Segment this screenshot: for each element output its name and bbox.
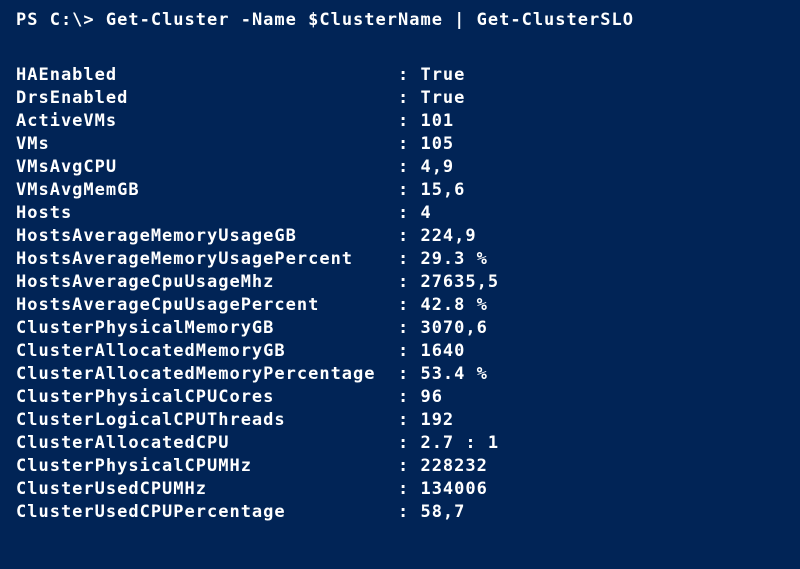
output-row: VMsAvgMemGB : 15,6 <box>16 179 784 202</box>
output-row: Hosts : 4 <box>16 202 784 225</box>
output-row: ClusterAllocatedMemoryPercentage : 53.4 … <box>16 363 784 386</box>
command: Get-Cluster -Name $ClusterName | Get-Clu… <box>106 10 634 30</box>
output-row: HostsAverageCpuUsagePercent : 42.8 % <box>16 294 784 317</box>
output-row: VMs : 105 <box>16 133 784 156</box>
output-row: ClusterUsedCPUPercentage : 58,7 <box>16 501 784 524</box>
output-row: ClusterPhysicalMemoryGB : 3070,6 <box>16 317 784 340</box>
output-row: DrsEnabled : True <box>16 87 784 110</box>
command-output: HAEnabled : TrueDrsEnabled : TrueActiveV… <box>16 64 784 524</box>
output-row: ClusterPhysicalCPUCores : 96 <box>16 386 784 409</box>
output-row: ClusterPhysicalCPUMHz : 228232 <box>16 455 784 478</box>
output-row: ActiveVMs : 101 <box>16 110 784 133</box>
command-line[interactable]: PS C:\> Get-Cluster -Name $ClusterName |… <box>16 10 784 30</box>
prompt: PS C:\> <box>16 10 106 30</box>
output-row: ClusterAllocatedMemoryGB : 1640 <box>16 340 784 363</box>
output-row: ClusterAllocatedCPU : 2.7 : 1 <box>16 432 784 455</box>
output-row: HostsAverageMemoryUsageGB : 224,9 <box>16 225 784 248</box>
output-row: HAEnabled : True <box>16 64 784 87</box>
output-row: HostsAverageMemoryUsagePercent : 29.3 % <box>16 248 784 271</box>
output-row: ClusterUsedCPUMHz : 134006 <box>16 478 784 501</box>
output-row: HostsAverageCpuUsageMhz : 27635,5 <box>16 271 784 294</box>
output-row: VMsAvgCPU : 4,9 <box>16 156 784 179</box>
output-row: ClusterLogicalCPUThreads : 192 <box>16 409 784 432</box>
